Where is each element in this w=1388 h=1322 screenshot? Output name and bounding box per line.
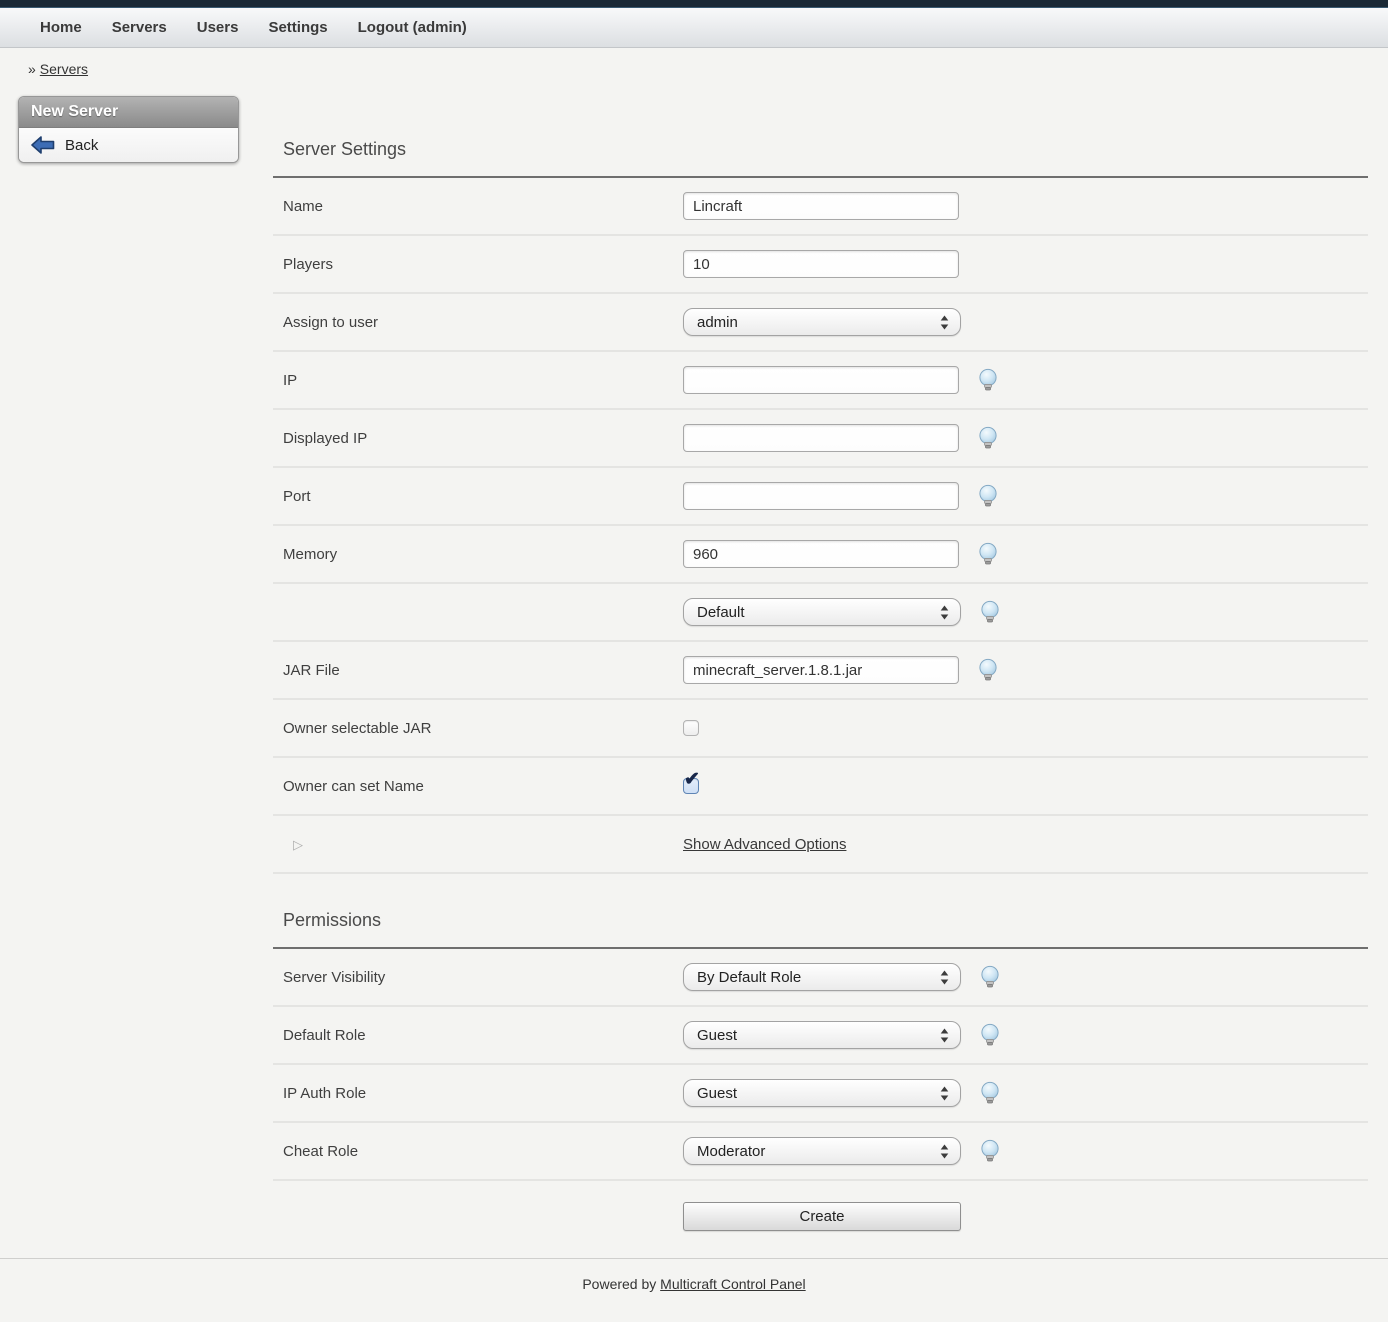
assign-to-user-selected-value: admin bbox=[697, 314, 738, 331]
form-row-name: Name bbox=[273, 178, 1368, 236]
main-navbar: Home Servers Users Settings Logout (admi… bbox=[0, 8, 1388, 48]
lightbulb-icon[interactable] bbox=[977, 658, 999, 682]
lightbulb-icon[interactable] bbox=[977, 542, 999, 566]
checkmark-icon: ✔ bbox=[684, 770, 700, 789]
form-row-ip: IP bbox=[273, 352, 1368, 410]
lightbulb-icon[interactable] bbox=[979, 1023, 1001, 1047]
ip-label: IP bbox=[273, 372, 683, 389]
breadcrumb: »Servers bbox=[0, 48, 1388, 77]
footer-link-multicraft[interactable]: Multicraft Control Panel bbox=[660, 1276, 806, 1292]
left-arrow-icon bbox=[31, 136, 55, 154]
cheat-role-select[interactable]: Moderator bbox=[683, 1137, 961, 1165]
server-visibility-label: Server Visibility bbox=[273, 969, 683, 986]
form-row-owner-can-set-name: Owner can set Name ✔ bbox=[273, 758, 1368, 816]
ip-auth-role-label: IP Auth Role bbox=[273, 1085, 683, 1102]
form-row-jar-file: JAR File bbox=[273, 642, 1368, 700]
form-row-memory: Memory bbox=[273, 526, 1368, 584]
form-row-owner-selectable-jar: Owner selectable JAR bbox=[273, 700, 1368, 758]
owner-selectable-jar-label: Owner selectable JAR bbox=[273, 720, 683, 737]
nav-item-users[interactable]: Users bbox=[197, 19, 239, 36]
create-button[interactable]: Create bbox=[683, 1202, 961, 1231]
up-down-arrows-icon bbox=[940, 315, 949, 330]
cheat-role-selected-value: Moderator bbox=[697, 1143, 765, 1160]
owner-can-set-name-label: Owner can set Name bbox=[273, 778, 683, 795]
back-button[interactable]: Back bbox=[31, 136, 226, 154]
ip-input[interactable] bbox=[683, 366, 959, 394]
displayed-ip-label: Displayed IP bbox=[273, 430, 683, 447]
up-down-arrows-icon bbox=[940, 1144, 949, 1159]
owner-selectable-jar-checkbox[interactable] bbox=[683, 720, 699, 736]
lightbulb-icon[interactable] bbox=[979, 600, 1001, 624]
server-visibility-selected-value: By Default Role bbox=[697, 969, 801, 986]
default-role-label: Default Role bbox=[273, 1027, 683, 1044]
assign-to-user-select[interactable]: admin bbox=[683, 308, 961, 336]
server-form: Server Settings Name Players Assign to u… bbox=[273, 129, 1368, 1251]
form-row-advanced-options: ▷ Show Advanced Options bbox=[273, 816, 1368, 874]
lightbulb-icon[interactable] bbox=[977, 484, 999, 508]
owner-can-set-name-checkbox[interactable]: ✔ bbox=[683, 778, 699, 794]
name-label: Name bbox=[273, 198, 683, 215]
form-row-displayed-ip: Displayed IP bbox=[273, 410, 1368, 468]
assign-to-user-label: Assign to user bbox=[273, 314, 683, 331]
up-down-arrows-icon bbox=[940, 605, 949, 620]
players-input[interactable] bbox=[683, 250, 959, 278]
memory-profile-select[interactable]: Default bbox=[683, 598, 961, 626]
nav-item-logout[interactable]: Logout (admin) bbox=[358, 19, 467, 36]
form-row-port: Port bbox=[273, 468, 1368, 526]
lightbulb-icon[interactable] bbox=[979, 1081, 1001, 1105]
breadcrumb-separator: » bbox=[28, 61, 36, 77]
players-label: Players bbox=[273, 256, 683, 273]
panel-header: New Server bbox=[19, 97, 238, 128]
up-down-arrows-icon bbox=[940, 1028, 949, 1043]
page: Home Servers Users Settings Logout (admi… bbox=[0, 0, 1388, 1322]
section-gap bbox=[273, 874, 1368, 900]
server-visibility-select[interactable]: By Default Role bbox=[683, 963, 961, 991]
lightbulb-icon[interactable] bbox=[977, 426, 999, 450]
memory-label: Memory bbox=[273, 546, 683, 563]
lightbulb-icon[interactable] bbox=[977, 368, 999, 392]
memory-input[interactable] bbox=[683, 540, 959, 568]
panel-body: Back bbox=[19, 128, 238, 162]
port-label: Port bbox=[273, 488, 683, 505]
form-row-create: Create bbox=[273, 1181, 1368, 1251]
top-dark-strip bbox=[0, 0, 1388, 8]
new-server-panel: New Server Back bbox=[18, 96, 239, 163]
port-input[interactable] bbox=[683, 482, 959, 510]
cheat-role-label: Cheat Role bbox=[273, 1143, 683, 1160]
nav-item-servers[interactable]: Servers bbox=[112, 19, 167, 36]
ip-auth-role-select[interactable]: Guest bbox=[683, 1079, 961, 1107]
form-row-cheat-role: Cheat Role Moderator bbox=[273, 1123, 1368, 1181]
form-row-default-role: Default Role Guest bbox=[273, 1007, 1368, 1065]
back-button-label: Back bbox=[65, 137, 98, 154]
up-down-arrows-icon bbox=[940, 970, 949, 985]
nav-item-home[interactable]: Home bbox=[40, 19, 82, 36]
nav-item-settings[interactable]: Settings bbox=[268, 19, 327, 36]
up-down-arrows-icon bbox=[940, 1086, 949, 1101]
breadcrumb-link-servers[interactable]: Servers bbox=[40, 61, 88, 77]
displayed-ip-input[interactable] bbox=[683, 424, 959, 452]
form-row-ip-auth-role: IP Auth Role Guest bbox=[273, 1065, 1368, 1123]
footer-text: Powered by bbox=[582, 1276, 656, 1292]
name-input[interactable] bbox=[683, 192, 959, 220]
permissions-heading: Permissions bbox=[273, 900, 1368, 947]
form-row-assign-to-user: Assign to user admin bbox=[273, 294, 1368, 352]
server-settings-heading: Server Settings bbox=[273, 129, 1368, 176]
default-role-selected-value: Guest bbox=[697, 1027, 737, 1044]
lightbulb-icon[interactable] bbox=[979, 965, 1001, 989]
content-area: »Servers New Server Back Server Settings bbox=[0, 48, 1388, 1251]
ip-auth-role-selected-value: Guest bbox=[697, 1085, 737, 1102]
form-row-players: Players bbox=[273, 236, 1368, 294]
form-row-memory-profile: Default bbox=[273, 584, 1368, 642]
default-role-select[interactable]: Guest bbox=[683, 1021, 961, 1049]
show-advanced-options-link[interactable]: Show Advanced Options bbox=[683, 836, 846, 853]
jar-file-label: JAR File bbox=[273, 662, 683, 679]
form-row-server-visibility: Server Visibility By Default Role bbox=[273, 949, 1368, 1007]
footer: Powered by Multicraft Control Panel bbox=[0, 1258, 1388, 1292]
jar-file-input[interactable] bbox=[683, 656, 959, 684]
memory-profile-selected-value: Default bbox=[697, 604, 745, 621]
panel-title: New Server bbox=[31, 103, 118, 120]
triangle-right-icon[interactable]: ▷ bbox=[293, 837, 303, 852]
lightbulb-icon[interactable] bbox=[979, 1139, 1001, 1163]
